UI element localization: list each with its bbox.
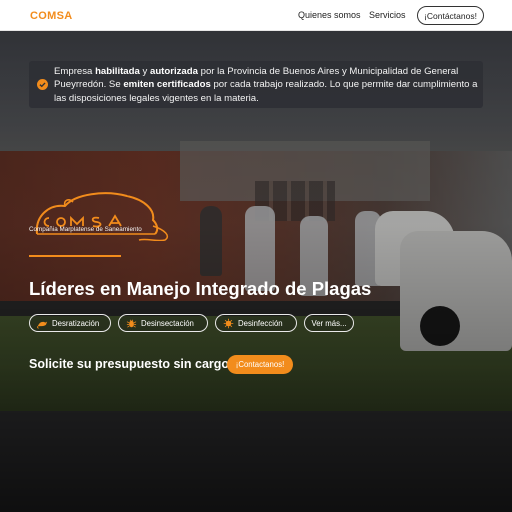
certification-notice-text: Empresa habilitada y autorizada por la P…	[54, 66, 478, 104]
nav-contact-button[interactable]: ¡Contáctanos!	[417, 6, 484, 25]
hero-headline: Líderes en Manejo Integrado de Plagas	[29, 278, 372, 299]
logo-divider	[29, 255, 121, 257]
nav-link-about[interactable]: Quienes somos	[298, 10, 361, 20]
check-circle-icon	[37, 79, 48, 90]
bug-icon	[126, 319, 137, 327]
service-pill-desratizacion[interactable]: Desratización	[29, 314, 111, 332]
service-pill-desinfeccion[interactable]: Desinfección	[215, 314, 297, 332]
nav-link-services[interactable]: Servicios	[369, 10, 406, 20]
virus-icon	[223, 318, 234, 328]
top-navbar: COMSA Quienes somos Servicios ¡Contáctan…	[0, 0, 512, 31]
service-pill-desinsectacion[interactable]: Desinsectación	[118, 314, 208, 332]
quote-prompt: Solicite su presupuesto sin cargo	[29, 357, 230, 371]
certification-notice: Empresa habilitada y autorizada por la P…	[29, 61, 483, 108]
service-pill-label: Desratización	[52, 318, 100, 328]
brand-logo-text[interactable]: COMSA	[30, 10, 72, 22]
logo-subtitle: Compañia Marplatense de Saneamiento	[29, 226, 142, 233]
quote-contact-button[interactable]: ¡Contactanos!	[227, 355, 293, 374]
service-pill-label: Desinfección	[238, 318, 283, 328]
service-pill-label: Desinsectación	[141, 318, 194, 328]
rat-icon	[37, 321, 48, 328]
hero-section: Empresa habilitada y autorizada por la P…	[0, 31, 512, 512]
service-pill-ver-mas[interactable]: Ver más...	[304, 314, 354, 332]
